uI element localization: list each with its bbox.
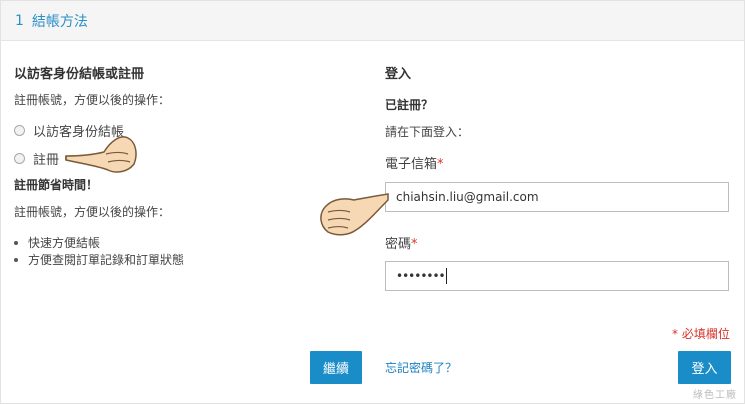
login-instruction: 請在下面登入： (385, 125, 470, 139)
radio-register[interactable]: 註冊 (14, 149, 59, 168)
email-label: 電子信箱* (385, 157, 444, 172)
step-header[interactable]: 1 結帳方法 (1, 1, 744, 41)
list-item: 方便查閱訂單記錄和訂單狀態 (14, 251, 184, 268)
bullet-icon (14, 257, 18, 262)
login-section-title: 登入 (385, 67, 412, 82)
registered-title: 已註冊？ (385, 98, 434, 112)
continue-button[interactable]: 繼續 (310, 351, 362, 384)
save-time-title: 註冊節省時間！ (14, 178, 99, 192)
required-asterisk: * (437, 157, 444, 172)
password-value: •••••••• (396, 269, 446, 283)
pointing-hand-icon (65, 136, 137, 173)
email-field[interactable]: chiahsin.liu@gmail.com (385, 182, 729, 212)
step-number: 1 (15, 12, 24, 29)
required-fields-note: * 必填欄位 (672, 327, 730, 341)
radio-button[interactable] (14, 153, 25, 164)
required-asterisk: * (411, 237, 418, 252)
pointing-hand-icon (320, 193, 389, 236)
text-caret (445, 268, 447, 284)
radio-register-label: 註冊 (33, 153, 60, 168)
radio-button[interactable] (14, 125, 25, 136)
email-value: chiahsin.liu@gmail.com (396, 190, 539, 204)
step-title: 結帳方法 (31, 13, 88, 30)
guest-subtitle: 註冊帳號，方便以後的操作： (14, 93, 171, 107)
benefits-list: 快速方便結帳 方便查閱訂單記錄和訂單狀態 (14, 234, 184, 268)
save-time-text: 註冊帳號，方便以後的操作： (14, 205, 171, 219)
forgot-password-link[interactable]: 忘記密碼了？ (385, 359, 457, 376)
guest-section-title: 以訪客身份結帳或註冊 (14, 67, 145, 82)
bullet-icon (14, 240, 18, 245)
list-item: 快速方便結帳 (14, 234, 184, 251)
password-field[interactable]: •••••••• (385, 261, 729, 291)
login-button[interactable]: 登入 (678, 351, 731, 384)
watermark: 綠色工廠 (693, 390, 737, 401)
